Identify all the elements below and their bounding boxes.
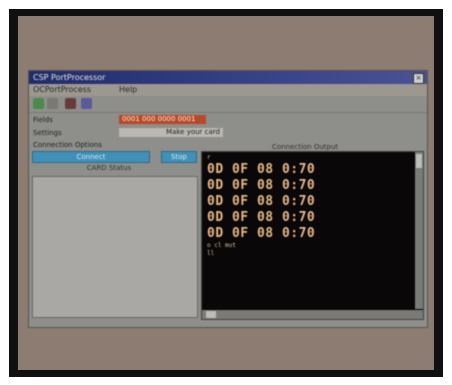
toolbar xyxy=(29,96,427,113)
status-list[interactable] xyxy=(32,176,198,318)
output-label: Connection Output xyxy=(272,143,339,151)
vertical-scrollbar[interactable] xyxy=(415,152,423,309)
menu-item-ocportprocess[interactable]: OCPortProcess xyxy=(33,84,91,96)
photo-background: CSP PortProcessor × OCPortProcess Help F… xyxy=(18,16,434,370)
section-label: Connection Options xyxy=(33,141,102,149)
horizontal-scrollbar[interactable] xyxy=(202,310,423,319)
menu-bar: OCPortProcess Help xyxy=(29,84,427,96)
terminal-top-marker: r xyxy=(207,154,211,161)
menu-item-help[interactable]: Help xyxy=(119,84,137,96)
left-panel-title: CARD Status xyxy=(86,164,132,172)
stop-button[interactable]: Stop xyxy=(161,151,197,163)
terminal-line: 0D 0F 08 0:70 xyxy=(207,226,316,241)
help-icon[interactable] xyxy=(81,98,92,109)
terminal-output[interactable]: r 0D 0F 08 0:70 0D 0F 08 0:70 0D 0F 08 0… xyxy=(201,151,424,320)
field-label-1: Fields xyxy=(33,116,53,124)
window-title: CSP PortProcessor xyxy=(33,73,106,82)
title-bar: CSP PortProcessor × xyxy=(29,71,427,84)
terminal-line: 0D 0F 08 0:70 xyxy=(207,210,316,225)
close-button[interactable]: × xyxy=(413,73,424,84)
field-label-2: Settings xyxy=(33,129,62,137)
settings-icon[interactable] xyxy=(65,98,76,109)
application-window: CSP PortProcessor × OCPortProcess Help F… xyxy=(28,70,428,328)
check-icon[interactable] xyxy=(33,98,44,109)
undo-icon[interactable] xyxy=(47,98,58,109)
terminal-line: 0D 0F 08 0:70 xyxy=(207,178,316,193)
terminal-trailer: o cl mut xyxy=(207,242,236,249)
field-input-1[interactable]: 0001 000 0000 0001 xyxy=(119,115,206,124)
connect-button[interactable]: Connect xyxy=(32,151,150,163)
scroll-thumb[interactable] xyxy=(206,311,216,318)
scroll-thumb[interactable] xyxy=(416,154,422,168)
close-icon: × xyxy=(415,74,422,82)
terminal-trailer-2: ll xyxy=(207,250,215,257)
field-input-2[interactable]: Make your card xyxy=(119,128,223,137)
terminal-line: 0D 0F 08 0:70 xyxy=(207,194,316,209)
terminal-line: 0D 0F 08 0:70 xyxy=(207,162,316,177)
